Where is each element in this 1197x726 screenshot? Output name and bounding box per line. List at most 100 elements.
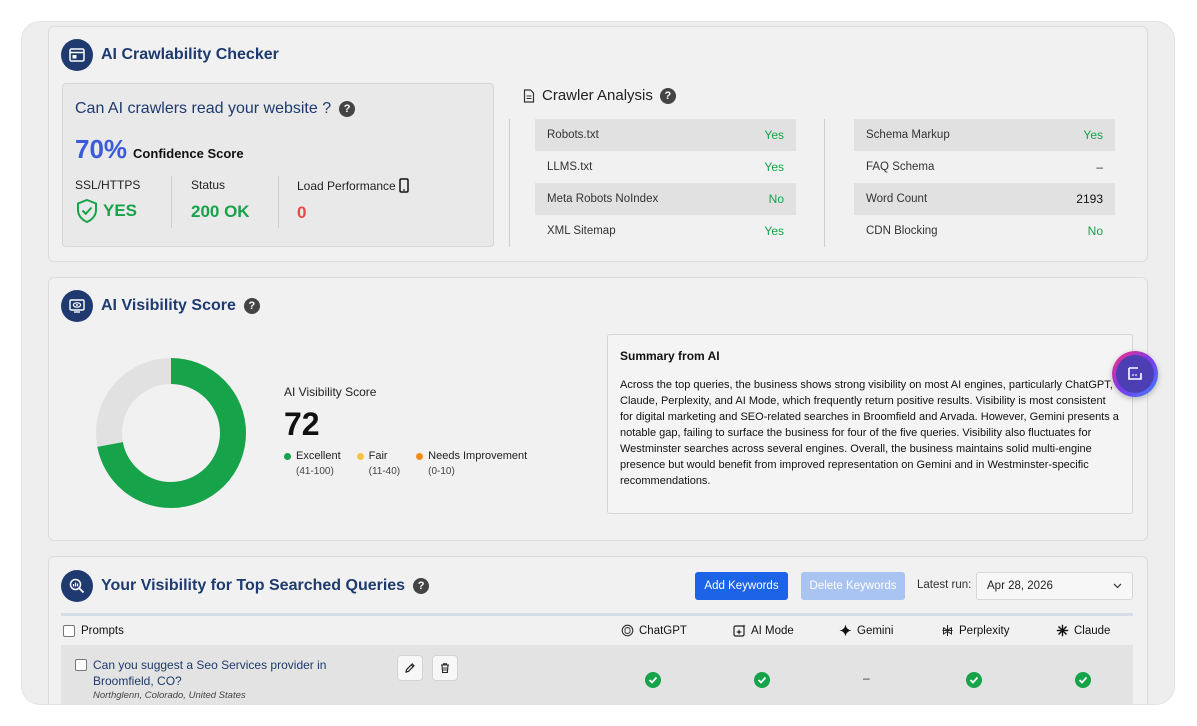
confidence-percentage: 70% (75, 134, 128, 164)
ssl-value: YES (103, 201, 138, 220)
table-row: LLMS.txt Yes (535, 151, 796, 183)
score-legend: Excellent (41-100) Fair (11-40) Needs Im… (284, 450, 527, 477)
status-value: 200 OK (191, 202, 250, 221)
row-value: Yes (764, 160, 784, 174)
mobile-phone-icon (398, 178, 409, 193)
crawlability-header: AI Crawlability Checker (61, 39, 279, 71)
latest-run-label: Latest run: (917, 579, 972, 591)
engine-perplexity: Perplexity (941, 624, 1010, 637)
engine-label: Gemini (857, 624, 894, 637)
prompt-location: Northglenn, Colorado, United States (93, 690, 246, 701)
table-row: XML Sitemap Yes (535, 215, 796, 247)
divider (824, 119, 825, 247)
visibility-card: AI Visibility Score ? AI Visibility Scor… (48, 277, 1148, 541)
table-row: Meta Robots NoIndex No (535, 183, 796, 215)
legend-dot (356, 452, 364, 460)
pencil-icon (405, 663, 415, 673)
select-all-checkbox[interactable] (63, 624, 75, 637)
engine-label: Claude (1074, 624, 1111, 637)
confidence-score: 70% Confidence Score (75, 134, 244, 165)
summary-text: Across the top queries, the business sho… (620, 379, 1119, 487)
queries-header: Your Visibility for Top Searched Queries… (61, 570, 430, 602)
row-checkbox[interactable] (75, 659, 87, 671)
status-stat: Status 200 OK (191, 178, 250, 222)
claude-icon (1056, 624, 1069, 637)
crawl-question: Can AI crawlers read your website ? ? (75, 100, 356, 118)
content-area: AI Crawlability Checker Can AI crawlers … (48, 26, 1148, 704)
browser-window-icon (61, 39, 93, 71)
ai-mode-icon (733, 624, 746, 637)
row-value: 2193 (1076, 192, 1103, 206)
table-row: Schema Markup Yes (854, 119, 1115, 151)
latest-run-select[interactable]: Apr 28, 2026 (976, 572, 1133, 600)
legend-excellent: Excellent (41-100) (284, 450, 341, 477)
search-chart-icon (61, 570, 93, 602)
chevron-down-icon (1113, 583, 1122, 589)
edit-button[interactable] (397, 655, 423, 681)
check-icon (966, 672, 982, 688)
crawl-question-text: Can AI crawlers read your website ? (75, 100, 332, 117)
check-icon (1075, 672, 1091, 688)
status-label: Status (191, 178, 226, 192)
table-row: Robots.txt Yes (535, 119, 796, 151)
chat-assistant-button[interactable] (1112, 351, 1158, 397)
chat-fab-core (1116, 355, 1154, 393)
row-value: – (1096, 160, 1103, 174)
row-label: LLMS.txt (547, 161, 593, 173)
row-label: FAQ Schema (866, 161, 935, 173)
shield-check-icon (77, 198, 97, 224)
crawler-analysis-table-left: Robots.txt Yes LLMS.txt Yes Meta Robots No… (535, 119, 796, 247)
delete-keywords-button[interactable]: Delete Keywords (801, 572, 905, 600)
table-row: CDN Blocking No (854, 215, 1115, 247)
gemini-icon (839, 624, 852, 637)
ssl-label: SSL/HTTPS (75, 178, 141, 192)
row-label: Word Count (866, 193, 928, 205)
help-icon[interactable]: ? (339, 101, 356, 117)
divider (509, 119, 510, 247)
crawlability-title: AI Crawlability Checker (101, 46, 279, 63)
legend-label: Fair (368, 450, 388, 462)
confidence-label: Confidence Score (133, 146, 244, 161)
engine-claude: Claude (1056, 624, 1110, 637)
crawl-readability-panel: Can AI crawlers read your website ? ? 70… (62, 83, 494, 247)
row-value: Yes (764, 224, 784, 238)
legend-fair: Fair (11-40) (356, 450, 401, 477)
engine-label: Perplexity (959, 624, 1010, 637)
prompts-header: Prompts (81, 624, 124, 637)
trash-icon (441, 663, 449, 674)
score-label: AI Visibility Score (284, 385, 377, 399)
row-value: Yes (1083, 128, 1103, 142)
row-label: Schema Markup (866, 129, 950, 141)
document-icon (523, 88, 535, 103)
legend-range: (0-10) (428, 466, 455, 477)
delete-button[interactable] (432, 655, 458, 681)
legend-range: (41-100) (296, 466, 334, 477)
table-row: FAQ Schema – (854, 151, 1115, 183)
crawler-analysis-title: Crawler Analysis (542, 87, 653, 104)
add-keywords-button[interactable]: Add Keywords (695, 572, 788, 600)
load-label-row: Load Performance (297, 178, 409, 193)
help-icon[interactable]: ? (659, 87, 676, 104)
no-result-dash: – (863, 671, 870, 685)
legend-dot (416, 452, 424, 460)
row-label: Robots.txt (547, 129, 599, 141)
legend-range: (11-40) (368, 466, 401, 477)
score-value: 72 (284, 406, 320, 442)
prompt-link[interactable]: Can you suggest a Seo Services provider … (93, 657, 383, 689)
help-icon[interactable]: ? (413, 578, 430, 594)
help-icon[interactable]: ? (243, 298, 260, 314)
queries-title: Your Visibility for Top Searched Queries (101, 577, 406, 594)
engine-label: ChatGPT (639, 624, 687, 637)
queries-table-header: Prompts ChatGPT AI Mode Gemini Perplexit… (61, 613, 1133, 645)
legend-label: Needs Improvement (428, 450, 528, 462)
chatgpt-icon (621, 624, 634, 637)
table-row: Can you suggest a Seo Services provider … (61, 645, 1133, 704)
visibility-donut-chart (96, 358, 246, 508)
row-label: CDN Blocking (866, 225, 938, 237)
check-icon (754, 672, 770, 688)
ssl-stat: SSL/HTTPS YES (75, 178, 140, 224)
table-row: Word Count 2193 (854, 183, 1115, 215)
legend-label: Excellent (296, 450, 341, 462)
engine-ai-mode: AI Mode (733, 624, 794, 637)
latest-run-value: Apr 28, 2026 (987, 580, 1053, 592)
